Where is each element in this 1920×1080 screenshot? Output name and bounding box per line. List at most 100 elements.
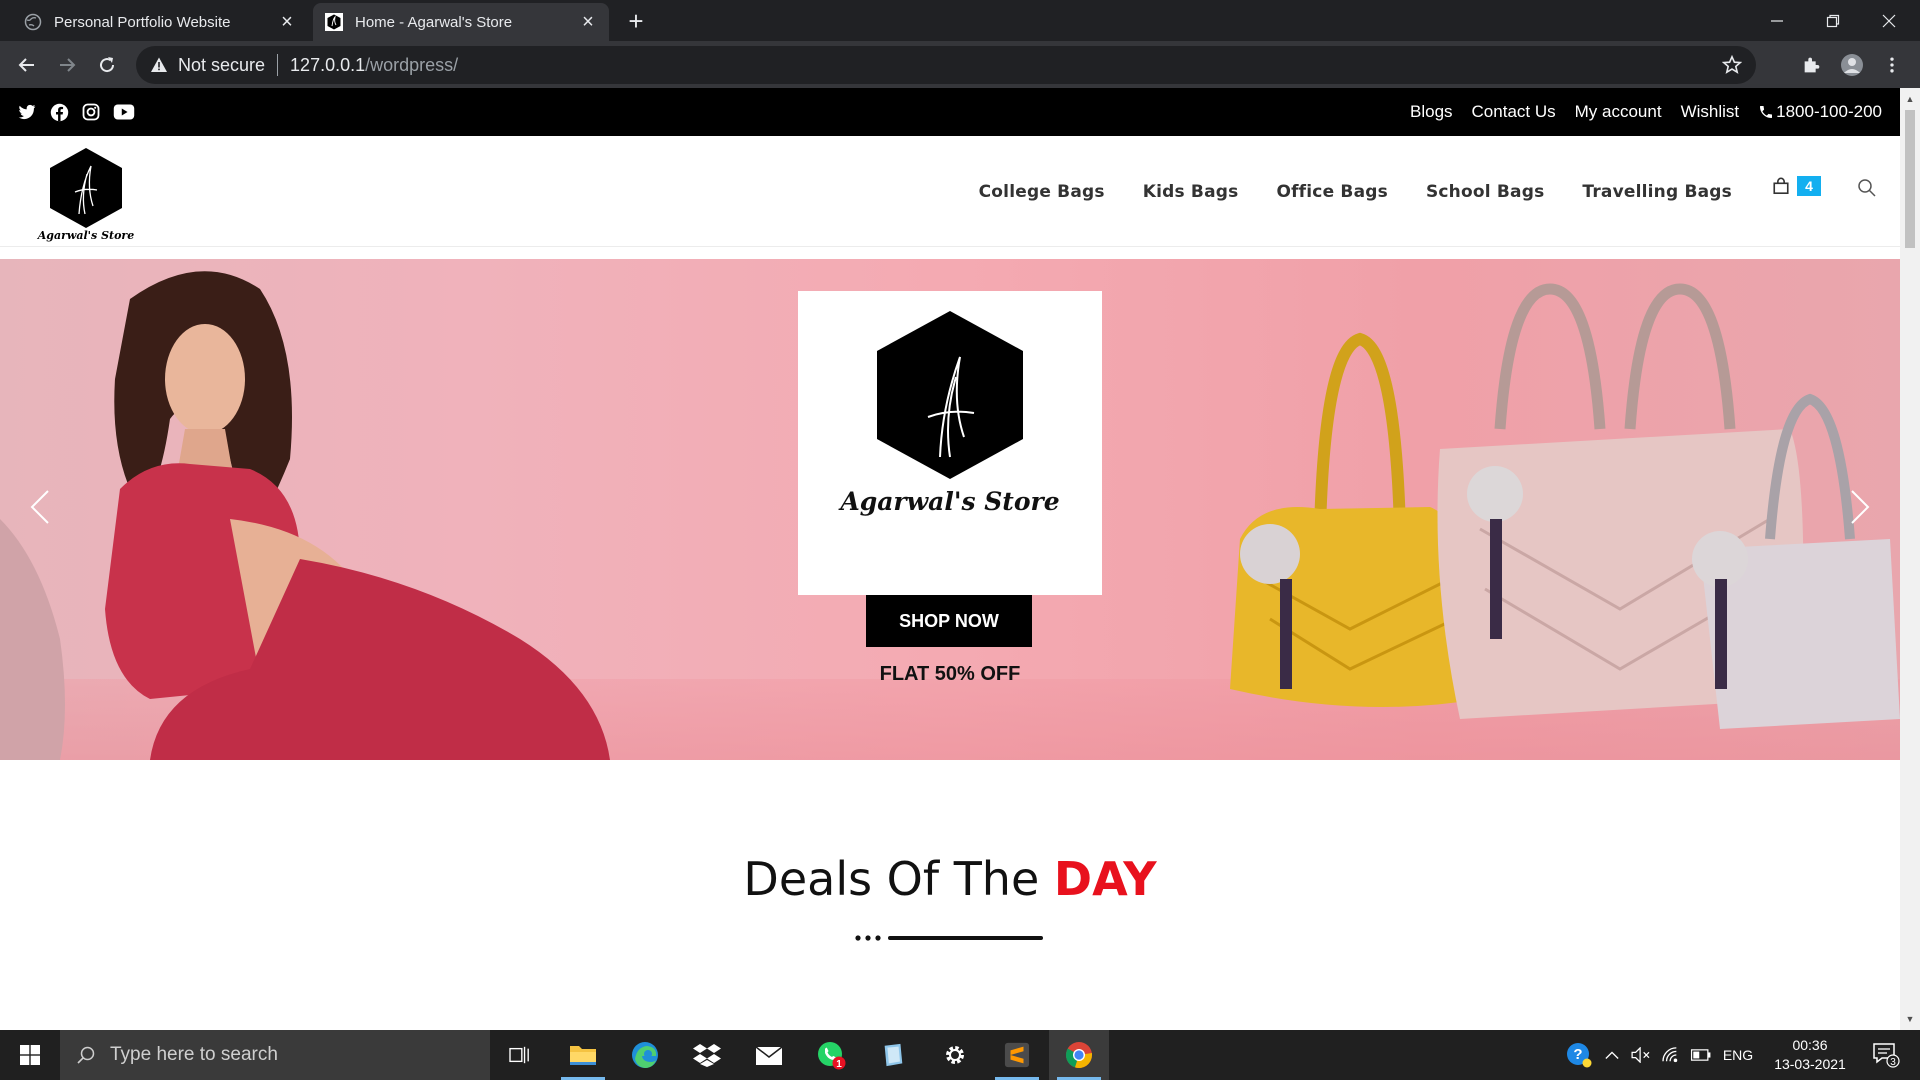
- back-button[interactable]: [12, 50, 42, 80]
- hero-offer-text: FLAT 50% OFF: [879, 663, 1021, 685]
- scroll-up-icon[interactable]: ▲: [1905, 94, 1915, 104]
- whatsapp-unread-badge: 1: [836, 1059, 842, 1070]
- sublime-text-button[interactable]: [987, 1030, 1047, 1080]
- help-icon: ?: [1567, 1043, 1592, 1068]
- edge-browser-button[interactable]: [615, 1030, 675, 1080]
- top-link-contact-us[interactable]: Contact Us: [1472, 102, 1556, 122]
- forward-button[interactable]: [52, 50, 82, 80]
- address-separator: [277, 54, 279, 76]
- section-divider: [855, 935, 1043, 941]
- shopping-bag-icon: [1773, 177, 1789, 195]
- profile-avatar[interactable]: [1840, 53, 1864, 77]
- nav-travelling-bags[interactable]: Travelling Bags: [1582, 182, 1732, 202]
- security-label[interactable]: Not secure: [178, 55, 265, 76]
- volume-button[interactable]: [1628, 1030, 1654, 1080]
- restore-icon: [1826, 14, 1840, 27]
- globe-icon: [24, 13, 42, 31]
- chrome-icon: [1065, 1042, 1092, 1069]
- nav-college-bags[interactable]: College Bags: [979, 182, 1105, 202]
- new-tab-button[interactable]: +: [622, 8, 650, 36]
- notes-app-button[interactable]: [863, 1030, 923, 1080]
- battery-button[interactable]: [1688, 1030, 1714, 1080]
- nav-office-bags[interactable]: Office Bags: [1276, 182, 1388, 202]
- battery-icon: [1690, 1049, 1711, 1061]
- close-icon[interactable]: ×: [278, 12, 296, 32]
- web-page: Blogs Contact Us My account Wishlist 180…: [0, 88, 1900, 1030]
- clock-date: 13-03-2021: [1774, 1056, 1846, 1072]
- top-bar: Blogs Contact Us My account Wishlist 180…: [0, 88, 1900, 136]
- tab-title: Personal Portfolio Website: [54, 13, 231, 31]
- task-view-icon: [509, 1046, 529, 1064]
- language-indicator[interactable]: ENG: [1718, 1030, 1758, 1080]
- notes-icon: [884, 1043, 903, 1067]
- tab-personal-portfolio[interactable]: Personal Portfolio Website ×: [0, 3, 308, 41]
- main-navigation: College Bags Kids Bags Office Bags Schoo…: [979, 136, 1732, 247]
- shop-now-button[interactable]: SHOP NOW: [866, 595, 1032, 647]
- mail-button[interactable]: [739, 1030, 799, 1080]
- top-link-wishlist[interactable]: Wishlist: [1681, 102, 1740, 122]
- tab-title: Home - Agarwal's Store: [355, 13, 513, 31]
- restore-button[interactable]: [1806, 0, 1860, 41]
- youtube-icon[interactable]: [113, 102, 135, 122]
- taskbar-clock[interactable]: 00:36 13-03-2021: [1760, 1036, 1860, 1074]
- browser-menu-button[interactable]: [1880, 53, 1904, 77]
- instagram-icon[interactable]: [81, 102, 101, 122]
- windows-taskbar: Type here to search 1 ? ENG 00:36 13-03-…: [0, 1030, 1920, 1080]
- wifi-icon: [1662, 1047, 1678, 1063]
- start-button[interactable]: [0, 1030, 60, 1080]
- cart-button[interactable]: 4: [1772, 176, 1821, 196]
- slider-prev-arrow[interactable]: [28, 487, 52, 527]
- task-view-button[interactable]: [490, 1030, 550, 1080]
- search-icon: [77, 1046, 95, 1064]
- taskbar-search-box[interactable]: Type here to search: [60, 1030, 490, 1080]
- facebook-icon[interactable]: [49, 102, 69, 122]
- bookmark-star-icon[interactable]: [1722, 55, 1742, 75]
- site-logo[interactable]: Agarwal's Store: [35, 144, 137, 244]
- deals-heading-prefix: Deals Of The: [743, 852, 1054, 906]
- clock-time: 00:36: [1792, 1037, 1828, 1053]
- whatsapp-button[interactable]: 1: [801, 1030, 861, 1080]
- whatsapp-icon: 1: [818, 1042, 846, 1070]
- minimize-button[interactable]: [1750, 0, 1804, 41]
- settings-button[interactable]: [925, 1030, 985, 1080]
- scroll-down-icon[interactable]: ▼: [1905, 1014, 1915, 1024]
- notification-count-badge: 3: [1890, 1057, 1896, 1068]
- page-scrollbar[interactable]: ▲ ▼: [1900, 88, 1920, 1030]
- network-button[interactable]: [1658, 1030, 1684, 1080]
- dropbox-icon: [693, 1044, 721, 1067]
- reload-icon: [100, 57, 115, 73]
- notification-icon: 3: [1873, 1043, 1900, 1068]
- search-icon[interactable]: [1857, 178, 1877, 198]
- chevron-up-icon: [1605, 1051, 1619, 1059]
- folder-icon: [570, 1046, 596, 1065]
- browser-toolbar: Not secure 127.0.0.1/wordpress/: [0, 41, 1920, 88]
- deals-heading-highlight: DAY: [1053, 852, 1157, 906]
- scrollbar-thumb[interactable]: [1905, 110, 1915, 248]
- twitter-icon[interactable]: [17, 102, 37, 122]
- dropbox-button[interactable]: [677, 1030, 737, 1080]
- site-header: Agarwal's Store College Bags Kids Bags O…: [0, 136, 1900, 247]
- top-link-blogs[interactable]: Blogs: [1410, 102, 1453, 122]
- nav-school-bags[interactable]: School Bags: [1426, 182, 1544, 202]
- deals-heading: Deals Of The DAY: [0, 852, 1900, 906]
- reload-button[interactable]: [92, 50, 122, 80]
- browser-tab-strip: Personal Portfolio Website × Home - Agar…: [0, 0, 1920, 41]
- phone-link[interactable]: 1800-100-200: [1758, 102, 1882, 122]
- file-explorer-button[interactable]: [553, 1030, 613, 1080]
- help-tray-button[interactable]: ?: [1562, 1030, 1596, 1080]
- notification-center-button[interactable]: 3: [1866, 1030, 1906, 1080]
- extensions-button[interactable]: [1800, 53, 1824, 77]
- tab-agarwals-store[interactable]: Home - Agarwal's Store ×: [313, 3, 609, 41]
- slider-next-arrow[interactable]: [1848, 487, 1872, 527]
- top-link-my-account[interactable]: My account: [1575, 102, 1662, 122]
- close-window-button[interactable]: [1862, 0, 1916, 41]
- store-logo-icon: [50, 148, 122, 228]
- tray-overflow-button[interactable]: [1600, 1030, 1624, 1080]
- hero-bags-image: [1230, 283, 1900, 729]
- address-bar[interactable]: Not secure 127.0.0.1/wordpress/: [136, 46, 1756, 84]
- nav-kids-bags[interactable]: Kids Bags: [1143, 182, 1239, 202]
- url-host: 127.0.0.1: [290, 54, 366, 75]
- chrome-button[interactable]: [1049, 1030, 1109, 1080]
- close-icon[interactable]: ×: [579, 12, 597, 32]
- arrow-left-icon: [18, 58, 34, 72]
